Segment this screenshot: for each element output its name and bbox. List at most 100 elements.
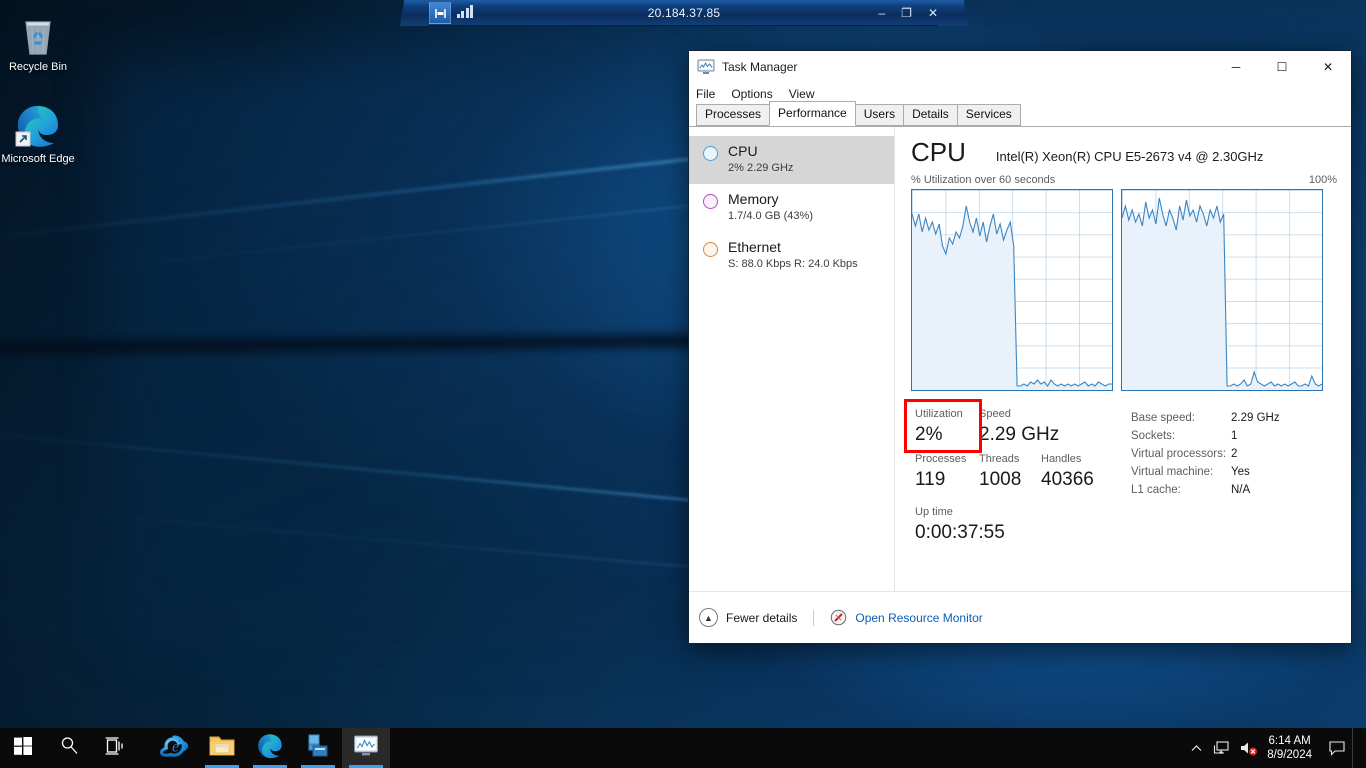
window-controls[interactable]: ─ ☐ ✕ — [1213, 51, 1351, 83]
resource-sidebar[interactable]: CPU 2% 2.29 GHz Memory 1.7/4.0 GB (43%) … — [689, 127, 895, 593]
detail-key: L1 cache: — [1131, 484, 1181, 496]
detail-row-l1-cache: L1 cache: N/A — [1131, 481, 1280, 499]
pin-icon[interactable] — [429, 2, 451, 24]
tab-performance[interactable]: Performance — [769, 101, 856, 126]
menu-item-file[interactable]: File — [696, 87, 715, 101]
stat-label: Processes — [915, 453, 967, 465]
cpu-header: CPU Intel(R) Xeon(R) CPU E5-2673 v4 @ 2.… — [911, 137, 1337, 167]
tab-processes[interactable]: Processes — [696, 104, 771, 126]
sidebar-item-ethernet[interactable]: Ethernet S: 88.0 Kbps R: 24.0 Kbps — [689, 232, 894, 280]
desktop-icon-microsoft-edge[interactable]: Microsoft Edge — [0, 100, 76, 166]
maximize-button[interactable]: ☐ — [1259, 51, 1305, 83]
cpu-graph-0-plot — [912, 190, 1112, 390]
stat-threads: Threads 1008 — [979, 452, 1041, 493]
taskbar-app-task-manager[interactable] — [342, 728, 390, 768]
network-icon[interactable] — [1209, 728, 1235, 768]
stat-value: 1008 — [979, 469, 1022, 490]
sidebar-item-sublabel: S: 88.0 Kbps R: 24.0 Kbps — [728, 258, 858, 270]
stat-speed: Speed 2.29 GHz — [979, 407, 1079, 448]
stat-value: 2% — [915, 424, 943, 445]
cpu-indicator-icon — [703, 146, 718, 161]
server-manager-icon — [305, 733, 331, 764]
stat-value: 40366 — [1041, 469, 1094, 490]
taskbar-app-file-explorer[interactable] — [198, 728, 246, 768]
sidebar-item-cpu[interactable]: CPU 2% 2.29 GHz — [689, 136, 894, 184]
action-center-button[interactable] — [1322, 728, 1352, 768]
tab-bar[interactable]: Processes Performance Users Details Serv… — [689, 101, 1351, 127]
cpu-detail-pane: CPU Intel(R) Xeon(R) CPU E5-2673 v4 @ 2.… — [895, 127, 1351, 593]
stat-value: 119 — [915, 469, 946, 490]
sidebar-item-memory[interactable]: Memory 1.7/4.0 GB (43%) — [689, 184, 894, 232]
footer-divider — [813, 609, 815, 626]
desktop-icon-recycle-bin[interactable]: Recycle Bin — [0, 8, 76, 74]
taskbar-app-server-manager[interactable] — [294, 728, 342, 768]
detail-value: 1 — [1231, 430, 1238, 442]
open-resource-monitor-link[interactable]: Open Resource Monitor — [855, 611, 982, 625]
stat-uptime: Up time 0:00:37:55 — [911, 505, 1123, 546]
recycle-bin-icon — [0, 8, 76, 58]
taskbar-app-internet-explorer[interactable]: e — [150, 728, 198, 768]
show-hidden-icons-button[interactable] — [1183, 728, 1209, 768]
detail-key: Base speed: — [1131, 412, 1195, 424]
rdp-window-controls[interactable]: – ❐ ✕ — [878, 0, 938, 26]
tab-details[interactable]: Details — [903, 104, 958, 126]
search-icon — [60, 736, 79, 760]
detail-key: Virtual machine: — [1131, 466, 1214, 478]
rdp-minimize-button[interactable]: – — [878, 6, 885, 20]
system-tray[interactable]: 6:14 AM 8/9/2024 — [1183, 728, 1366, 768]
sidebar-item-label: CPU — [728, 143, 758, 159]
task-manager-footer[interactable]: ▲ Fewer details Open Resource Monitor — [689, 591, 1351, 643]
task-manager-title-bar[interactable]: Task Manager ─ ☐ ✕ — [689, 51, 1351, 83]
detail-value: N/A — [1231, 484, 1251, 496]
fewer-details-button[interactable]: Fewer details — [726, 611, 797, 625]
taskbar[interactable]: e 6:14 AM 8/9/2024 — [0, 728, 1366, 768]
stat-label: Utilization — [915, 408, 963, 420]
minimize-button[interactable]: ─ — [1213, 51, 1259, 83]
detail-value: Yes — [1231, 466, 1250, 478]
cpu-graph-1[interactable] — [1121, 189, 1323, 391]
desktop-icon-label: Microsoft Edge — [1, 153, 75, 165]
graph-caption-right: 100% — [1308, 174, 1337, 186]
start-button[interactable] — [0, 728, 46, 768]
rdp-connection-bar[interactable]: 20.184.37.85 – ❐ ✕ — [400, 0, 968, 26]
clock-date: 8/9/2024 — [1267, 749, 1312, 761]
task-manager-window[interactable]: Task Manager ─ ☐ ✕ File Options View Pro… — [688, 50, 1352, 644]
file-explorer-icon — [208, 733, 236, 764]
internet-explorer-icon: e — [159, 732, 189, 765]
volume-muted-icon[interactable] — [1235, 728, 1261, 768]
search-button[interactable] — [46, 728, 92, 768]
detail-key: Virtual processors: — [1131, 448, 1227, 460]
signal-strength-icon — [453, 2, 477, 24]
detail-row-base-speed: Base speed: 2.29 GHz — [1131, 409, 1280, 427]
tab-services[interactable]: Services — [956, 104, 1021, 126]
svg-text:e: e — [172, 738, 179, 755]
clock[interactable]: 6:14 AM 8/9/2024 — [1261, 728, 1322, 768]
detail-row-virtual-machine: Virtual machine: Yes — [1131, 463, 1280, 481]
stat-label: Threads — [979, 453, 1020, 465]
show-desktop-button[interactable] — [1352, 728, 1362, 768]
chevron-up-icon[interactable]: ▲ — [699, 608, 718, 627]
taskbar-app-microsoft-edge[interactable] — [246, 728, 294, 768]
cpu-graph-0[interactable] — [911, 189, 1113, 391]
detail-row-virtual-processors: Virtual processors: 2 — [1131, 445, 1280, 463]
cpu-stats-left: Utilization 2% Speed 2.29 GHz Processes … — [904, 399, 1123, 546]
task-view-button[interactable] — [92, 728, 138, 768]
microsoft-edge-icon — [256, 732, 284, 765]
cpu-graph-1-plot — [1122, 190, 1322, 390]
rdp-restore-button[interactable]: ❐ — [901, 6, 912, 20]
stats-row-secondary: Processes 119 Threads 1008 Handles 40366 — [911, 452, 1123, 493]
resource-monitor-icon[interactable] — [830, 609, 847, 626]
stats-row-primary: Utilization 2% Speed 2.29 GHz — [904, 399, 1123, 453]
menu-item-view[interactable]: View — [789, 87, 815, 101]
desktop-icon-label: Recycle Bin — [8, 61, 68, 73]
menu-item-options[interactable]: Options — [731, 87, 772, 101]
page-title: CPU — [911, 137, 966, 167]
stat-label: Up time — [915, 506, 953, 518]
start-icon — [14, 736, 32, 760]
close-button[interactable]: ✕ — [1305, 51, 1351, 83]
window-title: Task Manager — [722, 60, 798, 74]
cpu-graphs — [911, 189, 1337, 391]
stat-utilization: Utilization 2% — [904, 399, 982, 453]
rdp-close-button[interactable]: ✕ — [928, 6, 938, 20]
tab-users[interactable]: Users — [854, 104, 905, 126]
